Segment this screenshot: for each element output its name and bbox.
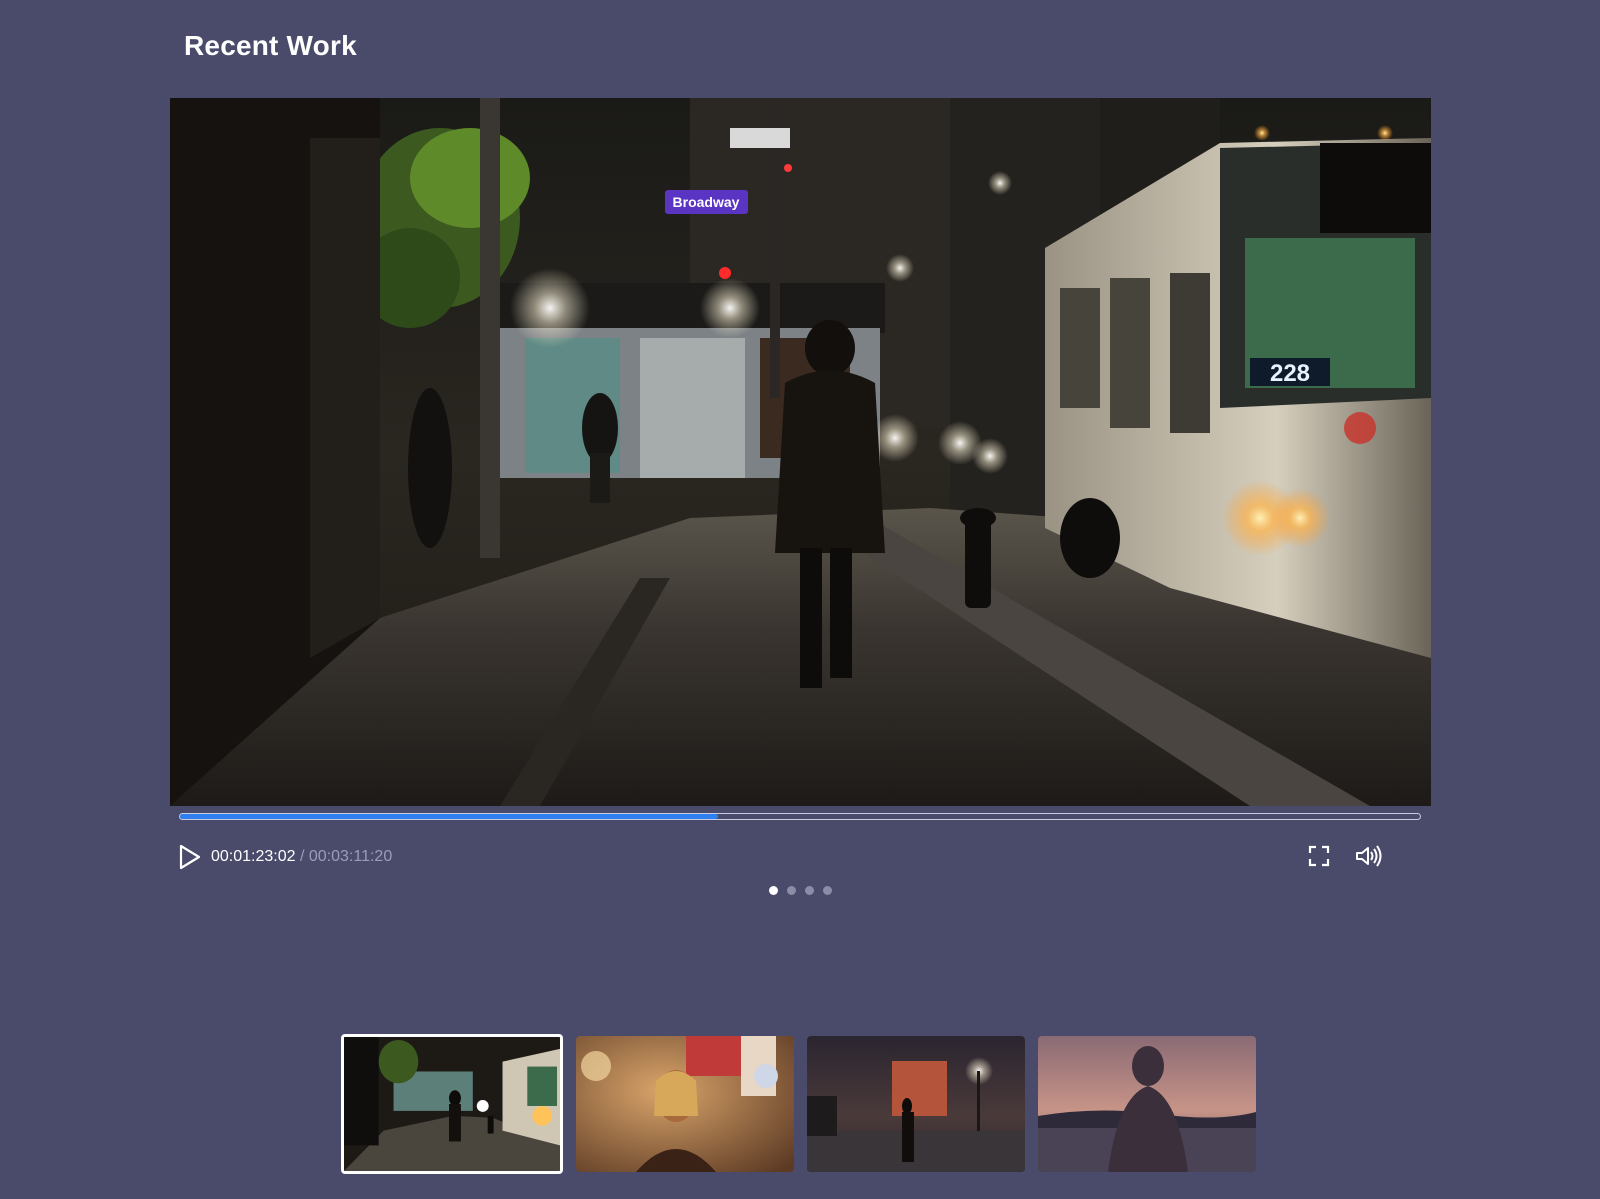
play-icon xyxy=(179,844,201,870)
video-frame[interactable]: Broadway 228 xyxy=(170,98,1431,806)
thumbnail-warm-portrait[interactable] xyxy=(576,1036,794,1172)
thumbnail-strip xyxy=(341,1034,1256,1174)
volume-icon xyxy=(1356,845,1382,867)
video-progress-bar[interactable] xyxy=(179,813,1421,820)
thumbnail-foggy-plaza[interactable] xyxy=(807,1036,1025,1172)
carousel-pagination xyxy=(0,886,1600,895)
time-display: 00:01:23:02 / 00:03:11:20 xyxy=(211,848,392,866)
street-sign-text: Broadway xyxy=(673,194,740,210)
fullscreen-button[interactable] xyxy=(1307,844,1331,868)
video-still-image: Broadway 228 xyxy=(170,98,1431,806)
page-title: Recent Work xyxy=(184,30,357,61)
thumbnail-image xyxy=(576,1036,794,1172)
fullscreen-icon xyxy=(1308,845,1330,867)
pagination-dot[interactable] xyxy=(786,886,796,895)
thumbnail-image xyxy=(344,1037,560,1171)
thumbnail-image xyxy=(1038,1036,1256,1172)
play-button[interactable] xyxy=(178,844,202,870)
current-time: 00:01:23:02 xyxy=(211,848,296,865)
player-controls: 00:01:23:02 / 00:03:11:20 xyxy=(178,842,1415,872)
time-separator: / xyxy=(295,848,309,865)
bus-number-text: 228 xyxy=(1270,360,1310,387)
pagination-dot[interactable] xyxy=(804,886,814,895)
progress-fill xyxy=(180,814,719,819)
total-time: 00:03:11:20 xyxy=(308,848,393,865)
thumbnail-night-street[interactable] xyxy=(341,1034,563,1174)
thumbnail-image xyxy=(807,1036,1025,1172)
thumbnail-sunset-silhouette[interactable] xyxy=(1038,1036,1256,1172)
volume-button[interactable] xyxy=(1355,844,1383,868)
pagination-dot[interactable] xyxy=(822,886,832,895)
pagination-dot[interactable] xyxy=(768,886,778,895)
